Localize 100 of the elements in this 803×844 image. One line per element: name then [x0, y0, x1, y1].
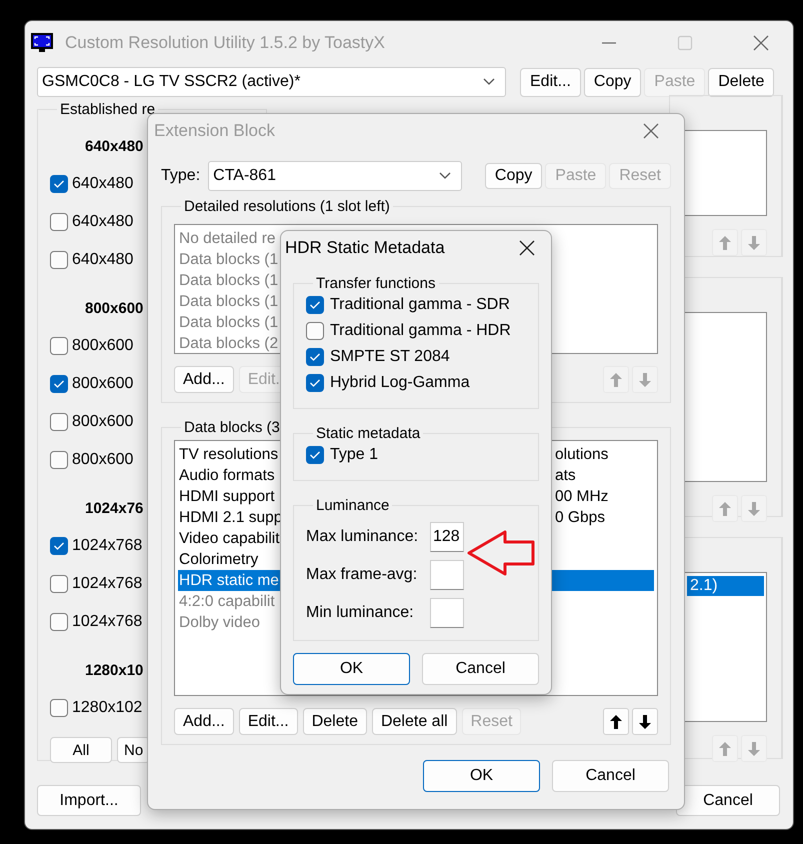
group-title: Static metadata — [315, 425, 422, 442]
input-field[interactable] — [430, 598, 464, 628]
checkbox[interactable] — [306, 374, 324, 392]
list-item-detail: 0 Gbps — [555, 508, 606, 528]
checkbox[interactable] — [50, 451, 68, 469]
list-item-detail: 00 MHz — [555, 487, 610, 507]
list-box[interactable] — [684, 312, 767, 482]
list-button[interactable]: Add... — [174, 366, 234, 393]
dialog-title: Extension Block — [154, 121, 275, 141]
checkbox-label[interactable]: Traditional gamma - HDR — [330, 322, 511, 340]
checkbox[interactable] — [50, 537, 68, 555]
checkbox-label[interactable]: 800x600 — [72, 413, 134, 431]
check-icon — [53, 379, 65, 389]
checkbox-label[interactable]: Hybrid Log-Gamma — [330, 374, 470, 392]
arrow-up-icon — [718, 740, 732, 756]
list-button[interactable]: Delete all — [372, 708, 457, 735]
checkbox[interactable] — [306, 446, 324, 464]
group-title: Established re — [59, 101, 156, 118]
field-label: Min luminance: — [306, 604, 415, 622]
checkbox[interactable] — [306, 348, 324, 366]
field-label: Max luminance: — [306, 528, 420, 546]
list-item-detail: olutions — [555, 445, 610, 465]
checkbox-label[interactable]: 1024x768 — [72, 613, 142, 631]
input-field[interactable]: 128 — [430, 522, 464, 552]
resolution-heading: 1024x76 — [85, 500, 144, 516]
checkbox[interactable] — [50, 413, 68, 431]
resolution-heading: 800x600 — [85, 300, 144, 316]
dialog-title: HDR Static Metadata — [285, 238, 445, 258]
checkbox[interactable] — [50, 337, 68, 355]
list-box[interactable] — [684, 130, 767, 216]
group-title: Transfer functions — [315, 275, 436, 292]
checkbox-label[interactable]: 640x480 — [72, 213, 134, 231]
checkbox[interactable] — [50, 375, 68, 393]
resolution-heading: 640x480 — [85, 138, 144, 154]
check-icon — [309, 378, 321, 388]
list-button[interactable]: Add... — [174, 708, 234, 735]
checkbox[interactable] — [306, 322, 324, 340]
checkbox-label[interactable]: 800x600 — [72, 375, 134, 393]
checkbox[interactable] — [306, 296, 324, 314]
arrow-down-icon — [638, 372, 652, 388]
checkbox[interactable] — [50, 613, 68, 631]
toolbar-button[interactable]: Copy — [484, 163, 542, 189]
list-item[interactable]: 2.1) — [687, 576, 764, 596]
input-field[interactable] — [430, 560, 464, 590]
list-box[interactable]: 2.1) — [684, 572, 767, 722]
arrow-down-icon — [747, 500, 761, 516]
cancel-button[interactable]: Cancel — [552, 760, 669, 792]
field-label: Max frame-avg: — [306, 566, 418, 584]
arrow-down-icon — [747, 740, 761, 756]
toolbar-button[interactable]: Copy — [584, 68, 642, 96]
arrow-up-icon — [718, 500, 732, 516]
chevron-icon — [439, 172, 452, 180]
checkbox-label[interactable]: 1280x102 — [72, 699, 142, 717]
arrow-up-icon — [609, 372, 623, 388]
import-button[interactable]: Import... — [37, 785, 141, 816]
ok-button[interactable]: OK — [293, 653, 410, 685]
type-dropdown[interactable]: CTA-861 — [208, 161, 462, 191]
check-icon — [53, 541, 65, 551]
resolution-heading: 1280x10 — [85, 662, 144, 678]
checkbox-label[interactable]: Traditional gamma - SDR — [330, 296, 510, 314]
group-title: Data blocks (3 — [183, 419, 281, 436]
checkbox-label[interactable]: 800x600 — [72, 337, 134, 355]
close-icon[interactable] — [519, 240, 535, 256]
ok-button[interactable]: OK — [423, 760, 540, 792]
select-button[interactable]: All — [50, 737, 112, 763]
checkbox-label[interactable]: 800x600 — [72, 451, 134, 469]
callout-arrow — [465, 528, 537, 578]
toolbar-button[interactable]: Edit... — [520, 68, 581, 96]
toolbar-button[interactable]: Delete — [708, 68, 774, 96]
check-icon — [309, 352, 321, 362]
check-icon — [53, 179, 65, 189]
checkbox-label[interactable]: 640x480 — [72, 251, 134, 269]
checkbox-label[interactable]: SMPTE ST 2084 — [330, 348, 450, 366]
arrow-up-icon — [718, 234, 732, 250]
cancel-button[interactable]: Cancel — [422, 653, 539, 685]
arrow-up-icon — [609, 714, 623, 730]
checkbox-label[interactable]: 1024x768 — [72, 537, 142, 555]
checkbox[interactable] — [50, 251, 68, 269]
check-icon — [309, 450, 321, 460]
list-button[interactable]: Edit... — [238, 708, 298, 735]
list-button[interactable]: Delete — [302, 708, 367, 735]
checkbox-label[interactable]: 1024x768 — [72, 575, 142, 593]
cancel-button[interactable]: Cancel — [676, 785, 780, 816]
checkbox[interactable] — [50, 175, 68, 193]
type-label: Type: — [161, 167, 200, 185]
arrow-down-icon — [747, 234, 761, 250]
list-item-detail: ats — [555, 466, 577, 486]
move-up-button[interactable] — [603, 708, 629, 735]
group-title: Luminance — [315, 497, 390, 514]
checkbox[interactable] — [50, 699, 68, 717]
checkbox-label[interactable]: Type 1 — [330, 446, 378, 464]
move-down-button[interactable] — [632, 708, 658, 735]
window-title: Custom Resolution Utility 1.5.2 by ToastyX — [65, 33, 385, 53]
monitor-icon — [31, 33, 53, 53]
checkbox-label[interactable]: 640x480 — [72, 175, 134, 193]
group-title: Detailed resolutions (1 slot left) — [183, 198, 391, 215]
chevron-icon — [483, 78, 495, 86]
checkbox[interactable] — [50, 213, 68, 231]
monitor-dropdown[interactable]: GSMC0C8 - LG TV SSCR2 (active)* — [37, 67, 506, 97]
checkbox[interactable] — [50, 575, 68, 593]
